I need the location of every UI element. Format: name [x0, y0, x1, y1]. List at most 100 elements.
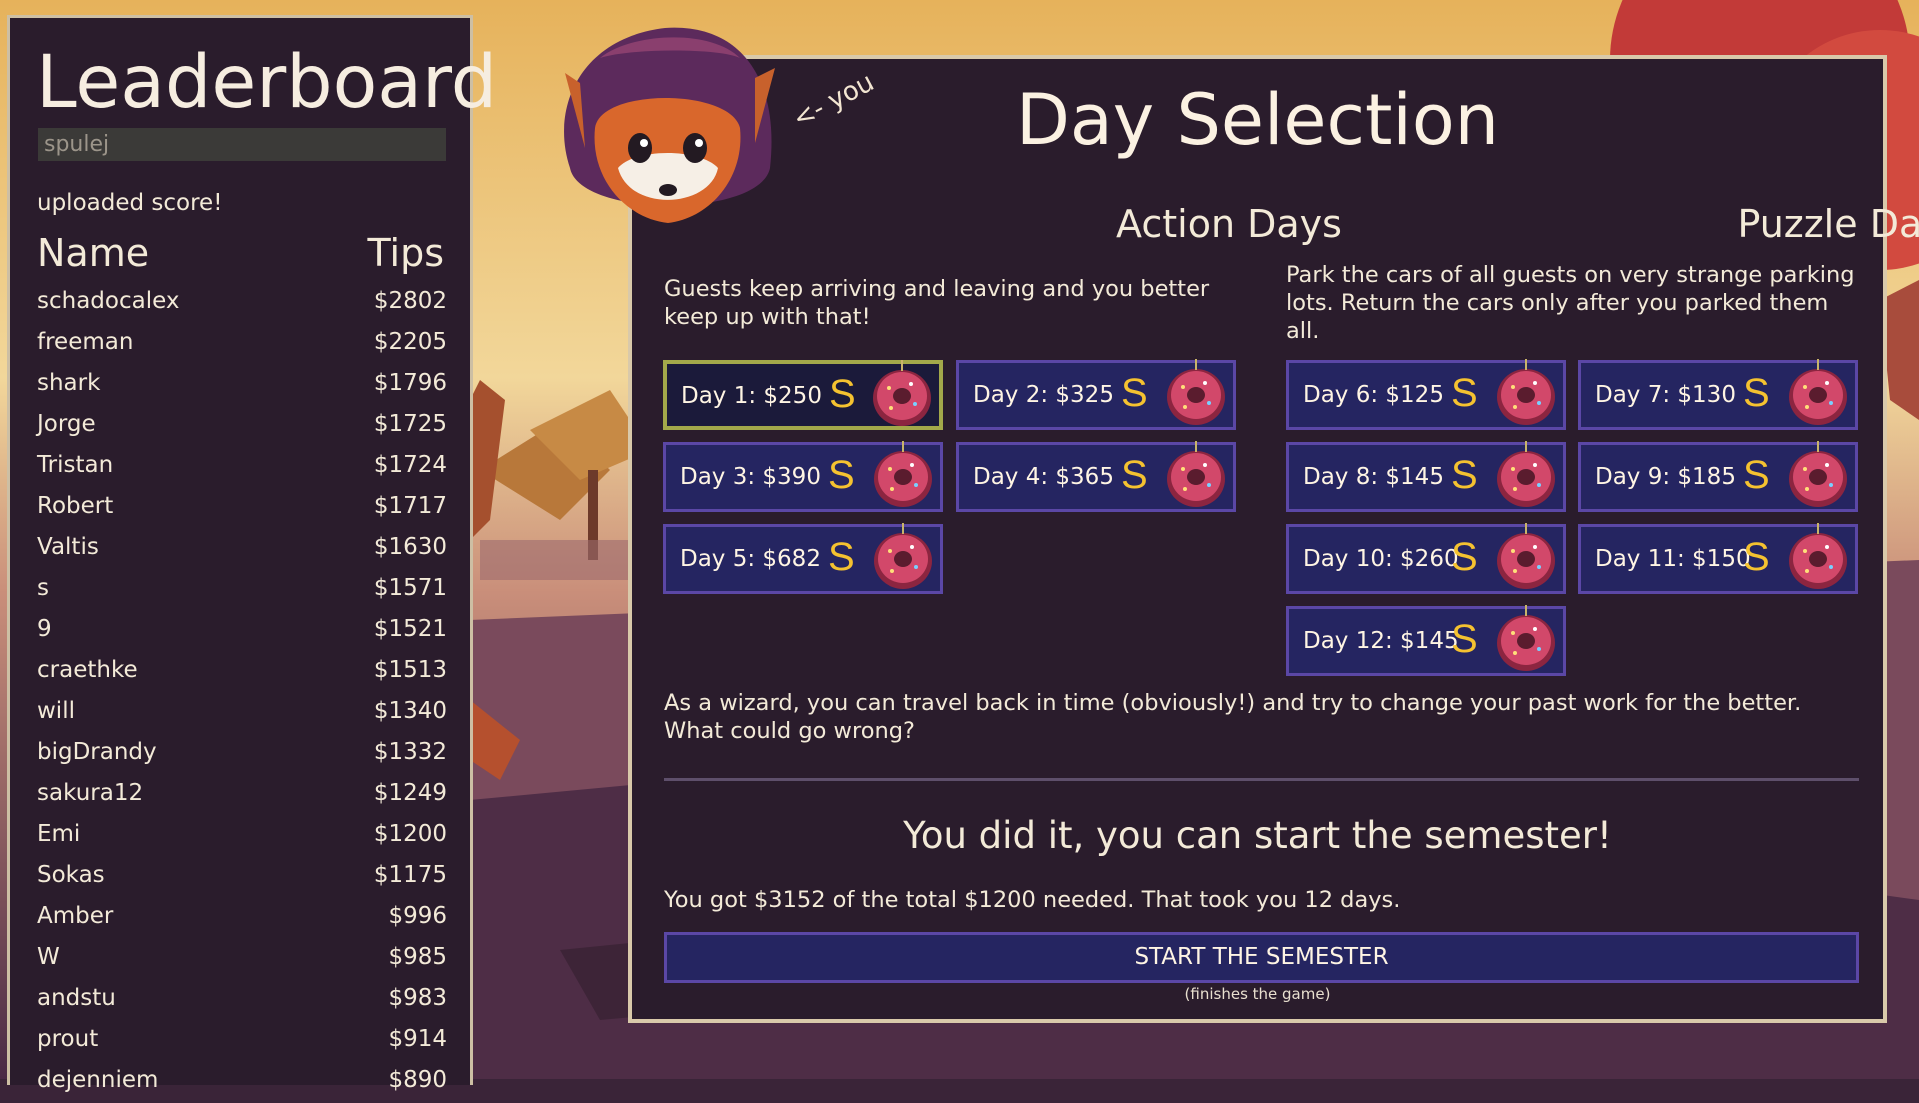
day-button-7[interactable]: Day 7: $130 S [1578, 359, 1858, 430]
action-days-description: Guests keep arriving and leaving and you… [664, 276, 1210, 330]
player-tips: $890 [388, 1067, 447, 1093]
player-name: Amber [37, 903, 114, 929]
leaderboard-row: Emi $1200 [37, 816, 447, 857]
puzzle-days-description: Park the cars of all guests on very stra… [1286, 262, 1855, 344]
player-tips: $983 [388, 985, 447, 1011]
player-name: andstu [37, 985, 116, 1011]
player-tips: $1200 [373, 821, 447, 847]
player-tips: $1796 [373, 370, 447, 396]
donut-icon [1497, 441, 1555, 507]
player-tips: $996 [388, 903, 447, 929]
player-tips: $985 [388, 944, 447, 970]
player-tips: $1340 [373, 698, 447, 724]
leaderboard-list: schadocalex $2802 freeman $2205 shark $1796… [37, 283, 447, 1103]
S-grade-icon: S [1121, 371, 1148, 415]
day-label: Day 6: $125 [1303, 382, 1444, 408]
player-tips: $1725 [373, 411, 447, 437]
day-label: Day 4: $365 [973, 464, 1114, 490]
S-grade-icon: S [1743, 371, 1770, 415]
donut-icon [1497, 605, 1555, 671]
leaderboard-row: s $1571 [37, 570, 447, 611]
day-button-8[interactable]: Day 8: $145 S [1286, 441, 1566, 512]
day-button-11[interactable]: Day 11: $150 S [1578, 523, 1858, 594]
player-tips: $1175 [373, 862, 447, 888]
leaderboard-row: Robert $1717 [37, 488, 447, 529]
donut-icon [1167, 441, 1225, 507]
player-name: Sokas [37, 862, 105, 888]
player-name: Robert [37, 493, 114, 519]
player-tips: $1571 [373, 575, 447, 601]
leaderboard-row: prout $914 [37, 1021, 447, 1062]
day-button-9[interactable]: Day 9: $185 S [1578, 441, 1858, 512]
win-message: You did it, you can start the semester! [903, 814, 1612, 857]
player-name: bigDrandy [37, 739, 157, 765]
day-label: Day 5: $682 [680, 546, 821, 572]
player-tips: $914 [388, 1026, 447, 1052]
player-tips: $1513 [373, 657, 447, 683]
player-name: freeman [37, 329, 134, 355]
donut-icon [1497, 523, 1555, 589]
fox-wizard-hood-icon [564, 27, 775, 223]
leaderboard-row: Jorge $1725 [37, 406, 447, 447]
leaderboard-row: andstu $983 [37, 980, 447, 1021]
leaderboard-row: schadocalex $2802 [37, 283, 447, 324]
donut-icon [874, 441, 932, 507]
player-name: Jorge [37, 411, 96, 437]
divider [664, 778, 1859, 781]
player-name: craethke [37, 657, 138, 683]
player-name: Tristan [37, 452, 114, 478]
donut-icon [1497, 359, 1555, 425]
donut-icon [1789, 441, 1847, 507]
day-label: Day 10: $260 [1303, 546, 1459, 572]
leaderboard-row: dejenniem $890 [37, 1062, 447, 1103]
leaderboard-row: shark $1796 [37, 365, 447, 406]
S-grade-icon: S [1743, 453, 1770, 497]
leaderboard-panel: Leaderboard uploaded score! Name Tips sc… [7, 15, 497, 1093]
day-label: Day 2: $325 [973, 382, 1114, 408]
S-grade-icon: S [1743, 535, 1770, 579]
leaderboard-title: Leaderboard [36, 40, 498, 125]
leaderboard-row: bigDrandy $1332 [37, 734, 447, 775]
day-selection-panel: Day Selection Action Days Puzzle Days Gu… [628, 55, 1919, 1023]
day-label: Day 7: $130 [1595, 382, 1736, 408]
leaderboard-row: sakura12 $1249 [37, 775, 447, 816]
S-grade-icon: S [1451, 617, 1478, 661]
leaderboard-row: craethke $1513 [37, 652, 447, 693]
player-tips: $1332 [373, 739, 447, 765]
player-tips: $1717 [373, 493, 447, 519]
donut-icon [1789, 359, 1847, 425]
day-label: Day 1: $250 [681, 383, 822, 409]
leaderboard-row: freeman $2205 [37, 324, 447, 365]
day-button-4[interactable]: Day 4: $365 S [956, 441, 1236, 512]
player-name: Valtis [37, 534, 99, 560]
S-grade-icon: S [828, 535, 855, 579]
day-button-6[interactable]: Day 6: $125 S [1286, 359, 1566, 430]
day-button-3[interactable]: Day 3: $390 S [663, 441, 943, 512]
player-tips: $2802 [373, 288, 447, 314]
day-label: Day 8: $145 [1303, 464, 1444, 490]
start-semester-button[interactable]: START THE SEMESTER [664, 932, 1859, 983]
day-button-5[interactable]: Day 5: $682 S [663, 523, 943, 594]
S-grade-icon: S [828, 453, 855, 497]
player-name: dejenniem [37, 1067, 159, 1093]
column-header-tips: Tips [367, 231, 444, 275]
day-button-10[interactable]: Day 10: $260 S [1286, 523, 1566, 594]
day-button-1[interactable]: Day 1: $250 S [663, 360, 943, 430]
S-grade-icon: S [1451, 371, 1478, 415]
day-button-12[interactable]: Day 12: $145 S [1286, 605, 1566, 676]
player-name: Emi [37, 821, 81, 847]
username-input[interactable] [38, 128, 446, 161]
player-name: will [37, 698, 75, 724]
player-name: schadocalex [37, 288, 180, 314]
player-tips: $1724 [373, 452, 447, 478]
result-summary: You got $3152 of the total $1200 needed.… [664, 887, 1401, 913]
donut-icon [1167, 359, 1225, 425]
puzzle-days-title: Puzzle Days [1737, 202, 1919, 246]
player-name: s [37, 575, 49, 601]
player-name: shark [37, 370, 101, 396]
leaderboard-row: Amber $996 [37, 898, 447, 939]
day-button-2[interactable]: Day 2: $325 S [956, 359, 1236, 430]
player-name: prout [37, 1026, 99, 1052]
story-text: As a wizard, you can travel back in time… [664, 690, 1802, 744]
player-name: 9 [37, 616, 52, 642]
